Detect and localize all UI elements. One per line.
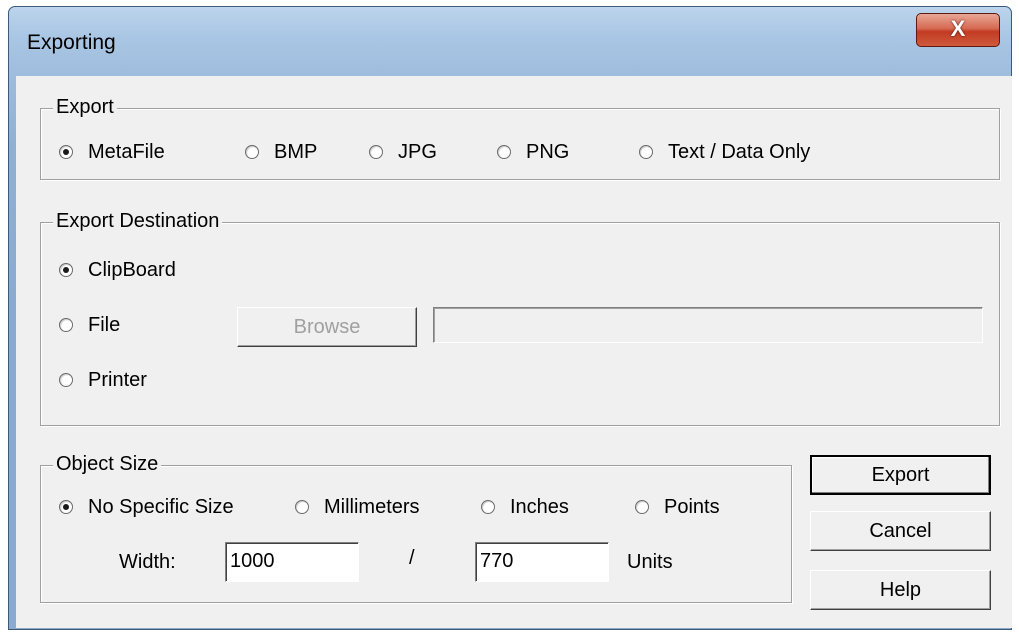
- radio-indicator: [59, 373, 73, 387]
- width-label: Width:: [119, 551, 176, 573]
- object-size-group: Object Size No Specific Size Millimeters…: [40, 452, 792, 603]
- dialog-title: Exporting: [27, 31, 116, 54]
- radio-points[interactable]: Points: [635, 495, 720, 519]
- browse-button[interactable]: Browse: [237, 307, 417, 347]
- radio-indicator: [497, 145, 511, 159]
- radio-label: ClipBoard: [88, 259, 176, 281]
- radio-jpg[interactable]: JPG: [369, 140, 437, 164]
- title-bar[interactable]: Exporting X: [9, 7, 1011, 77]
- height-input[interactable]: 770: [475, 542, 609, 582]
- radio-indicator: [635, 500, 649, 514]
- radio-label: JPG: [398, 141, 437, 163]
- object-size-legend: Object Size: [53, 452, 162, 476]
- radio-indicator: [59, 263, 73, 277]
- radio-label: No Specific Size: [88, 496, 234, 518]
- radio-file[interactable]: File: [59, 313, 120, 337]
- radio-indicator: [59, 145, 73, 159]
- close-button[interactable]: X: [916, 13, 1000, 47]
- radio-inches[interactable]: Inches: [481, 495, 569, 519]
- radio-indicator: [481, 500, 495, 514]
- dialog-client-area: Export MetaFile BMP JPG PNG Text / Data …: [16, 76, 1012, 628]
- export-button[interactable]: Export: [810, 455, 991, 495]
- radio-label: File: [88, 314, 121, 336]
- export-format-group: Export MetaFile BMP JPG PNG Text / Data …: [40, 95, 1000, 180]
- radio-bmp[interactable]: BMP: [245, 140, 317, 164]
- radio-label: Inches: [510, 496, 569, 518]
- cancel-button[interactable]: Cancel: [810, 511, 991, 551]
- radio-label: Printer: [88, 369, 147, 391]
- radio-indicator: [59, 500, 73, 514]
- radio-label: Text / Data Only: [668, 141, 811, 163]
- radio-indicator: [369, 145, 383, 159]
- radio-millimeters[interactable]: Millimeters: [295, 495, 420, 519]
- radio-label: Millimeters: [324, 496, 420, 518]
- radio-metafile[interactable]: MetaFile: [59, 140, 165, 164]
- radio-label: BMP: [274, 141, 318, 163]
- radio-label: MetaFile: [88, 141, 165, 163]
- radio-indicator: [59, 318, 73, 332]
- radio-label: PNG: [526, 141, 570, 163]
- export-format-legend: Export: [53, 95, 117, 119]
- width-input[interactable]: 1000: [225, 542, 359, 582]
- file-path-input[interactable]: [433, 307, 983, 343]
- radio-clipboard[interactable]: ClipBoard: [59, 258, 176, 282]
- radio-no-specific-size[interactable]: No Specific Size: [59, 495, 234, 519]
- export-destination-group: Export Destination ClipBoard File Printe…: [40, 209, 1000, 426]
- units-label: Units: [627, 551, 673, 573]
- help-button[interactable]: Help: [810, 570, 991, 610]
- radio-text-data-only[interactable]: Text / Data Only: [639, 140, 810, 164]
- radio-png[interactable]: PNG: [497, 140, 569, 164]
- radio-indicator: [245, 145, 259, 159]
- radio-indicator: [639, 145, 653, 159]
- size-separator: /: [409, 547, 415, 569]
- radio-indicator: [295, 500, 309, 514]
- export-destination-legend: Export Destination: [53, 209, 223, 233]
- radio-label: Points: [664, 496, 720, 518]
- radio-printer[interactable]: Printer: [59, 368, 147, 392]
